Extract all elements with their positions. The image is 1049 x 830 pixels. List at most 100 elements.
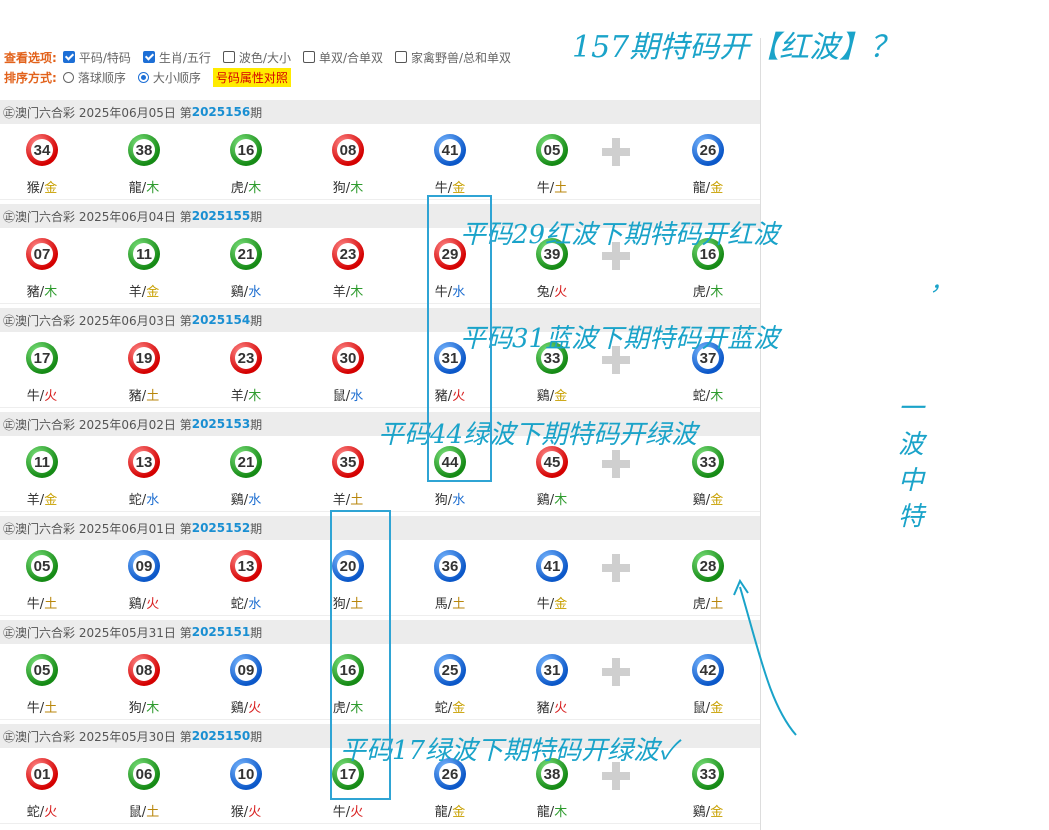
element-label: 水 xyxy=(350,389,364,404)
ball-attribute: 牛/金 xyxy=(434,181,466,196)
ball-number: 08 xyxy=(133,659,155,681)
checkbox-icon[interactable] xyxy=(302,51,315,63)
ball-number: 06 xyxy=(133,763,155,785)
radio-icon[interactable] xyxy=(62,71,74,83)
element-label: 木 xyxy=(554,493,568,508)
element-label: 金 xyxy=(44,181,58,196)
option-label: 平码/特码 xyxy=(78,50,131,65)
ball-attribute: 牛/土 xyxy=(26,597,58,612)
zodiac-label: 牛 xyxy=(26,701,40,716)
ball-cell: 08 狗/木 xyxy=(104,644,184,724)
ball-cell: 25 蛇/金 xyxy=(410,644,490,724)
draw-period[interactable]: 2025155 xyxy=(192,209,250,223)
zodiac-label: 羊 xyxy=(128,285,142,300)
zodiac-label: 豬 xyxy=(128,389,142,404)
ball-cell: 07 豬/木 xyxy=(2,228,82,308)
element-label: 水 xyxy=(452,493,466,508)
ball-attribute: 羊/金 xyxy=(128,285,160,300)
ball-attribute: 牛/土 xyxy=(536,181,568,196)
checkbox-icon[interactable] xyxy=(142,51,155,63)
ball-cell: 11 羊/金 xyxy=(2,436,82,516)
element-label: 火 xyxy=(44,389,58,404)
ball-attribute: 鼠/水 xyxy=(332,389,364,404)
radio-icon[interactable] xyxy=(137,71,149,83)
annotation-note-29: 平码29红波下期特码开红波 xyxy=(460,220,780,250)
row-divider xyxy=(0,823,760,824)
zodiac-label: 鷄 xyxy=(230,701,244,716)
annotation-side-1: 一 xyxy=(898,394,925,424)
zodiac-label: 鼠 xyxy=(332,389,346,404)
option-color-size[interactable]: 波色/大小 xyxy=(222,49,291,66)
draw-period[interactable]: 2025150 xyxy=(192,729,250,743)
ball-cell: 05 牛/土 xyxy=(2,644,82,724)
ball-red: 30 xyxy=(332,342,364,374)
zodiac-label: 牛 xyxy=(26,389,40,404)
ball-attribute: 兔/火 xyxy=(536,285,568,300)
ball-green: 11 xyxy=(26,446,58,478)
ball-red: 35 xyxy=(332,446,364,478)
ball-cell: 38 龍/木 xyxy=(104,124,184,204)
ball-attribute: 鷄/火 xyxy=(230,701,262,716)
annotation-note-31: 平码31蓝波下期特码开蓝波 xyxy=(460,324,780,354)
ball-attribute: 鷄/水 xyxy=(230,493,262,508)
zodiac-label: 鷄 xyxy=(692,493,706,508)
ball-red: 19 xyxy=(128,342,160,374)
ball-attribute: 鷄/金 xyxy=(692,493,724,508)
zodiac-label: 兔 xyxy=(536,285,550,300)
ball-number: 01 xyxy=(31,763,53,785)
element-label: 金 xyxy=(44,493,58,508)
element-label: 木 xyxy=(146,701,160,716)
element-label: 木 xyxy=(350,181,364,196)
ball-attribute: 牛/土 xyxy=(26,701,58,716)
element-label: 土 xyxy=(452,597,466,612)
option-flat-special[interactable]: 平码/特码 xyxy=(62,49,131,66)
ball-number: 45 xyxy=(541,451,563,473)
draw-balls: 34 猴/金 38 龍/木 16 虎/木 08 狗/木 41 牛/金 05 牛/土 26 龍/金 xyxy=(0,124,760,204)
element-label: 金 xyxy=(710,493,724,508)
checkbox-icon[interactable] xyxy=(395,51,407,63)
ball-attribute: 羊/金 xyxy=(26,493,58,508)
ball-number: 09 xyxy=(235,659,257,681)
annotation-side-3: 中 xyxy=(898,466,925,496)
ball-cell: 26 龍/金 xyxy=(668,124,748,204)
element-label: 土 xyxy=(146,805,160,820)
ball-red: 13 xyxy=(128,446,160,478)
ball-number: 08 xyxy=(337,139,359,161)
option-poultry-beast[interactable]: 家禽野兽/总和单双 xyxy=(395,49,511,66)
annotation-side-4: 特 xyxy=(898,502,925,532)
option-label: 波色/大小 xyxy=(238,50,291,65)
element-label: 木 xyxy=(146,181,160,196)
sort-size-order[interactable]: 大小顺序 xyxy=(137,69,201,86)
zodiac-label: 鼠 xyxy=(128,805,142,820)
ball-cell: 23 羊/木 xyxy=(206,332,286,412)
zodiac-label: 鼠 xyxy=(692,701,706,716)
draw-title: ㊣澳门六合彩 2025年06月02日 第 xyxy=(3,417,192,432)
draw-title: ㊣澳门六合彩 2025年06月05日 第 xyxy=(3,105,192,120)
element-label: 木 xyxy=(248,181,262,196)
draw-period[interactable]: 2025153 xyxy=(192,417,250,431)
ball-cell: 30 鼠/水 xyxy=(308,332,388,412)
option-zodiac-element[interactable]: 生肖/五行 xyxy=(142,49,211,66)
sort-draw-order[interactable]: 落球顺序 xyxy=(62,69,126,86)
draw-suffix: 期 xyxy=(250,417,263,432)
element-label: 火 xyxy=(350,805,364,820)
zodiac-label: 豬 xyxy=(26,285,40,300)
ball-blue: 26 xyxy=(692,134,724,166)
number-attribute-button[interactable]: 号码属性对照 xyxy=(212,67,291,87)
checkbox-icon[interactable] xyxy=(62,51,75,63)
draw-period[interactable]: 2025151 xyxy=(192,625,250,639)
ball-blue: 09 xyxy=(128,550,160,582)
ball-number: 19 xyxy=(133,347,155,369)
row-divider xyxy=(0,199,760,200)
zodiac-label: 蛇 xyxy=(128,493,142,508)
draw-period[interactable]: 2025154 xyxy=(192,313,250,327)
option-odd-even[interactable]: 单双/合单双 xyxy=(302,49,383,66)
option-label: 大小顺序 xyxy=(152,70,201,85)
ball-number: 33 xyxy=(697,763,719,785)
draw-period[interactable]: 2025156 xyxy=(192,105,250,119)
ball-red: 34 xyxy=(26,134,58,166)
annotation-note-44: 平码44绿波下期特码开绿波 xyxy=(378,420,698,450)
checkbox-icon[interactable] xyxy=(222,51,235,63)
draw-period[interactable]: 2025152 xyxy=(192,521,250,535)
ball-cell: 09 鷄/火 xyxy=(206,644,286,724)
